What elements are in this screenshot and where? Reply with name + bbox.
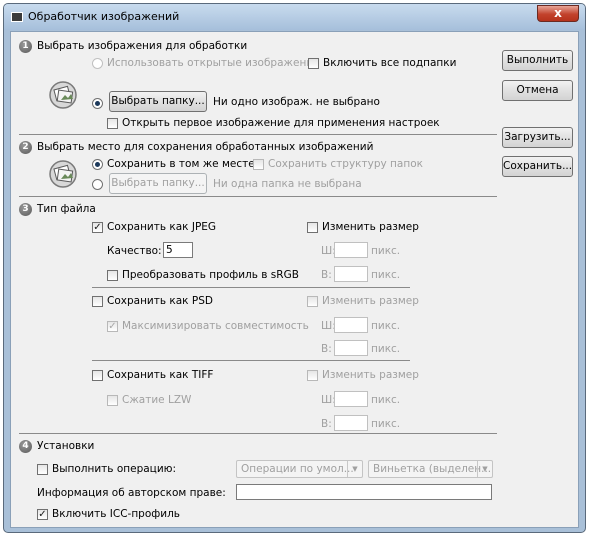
- include-subfolders-label: Включить все подпапки: [323, 57, 457, 69]
- title-bar[interactable]: Обработчик изображений x: [4, 4, 585, 30]
- section-2-title: Выбрать место для сохранения обработанны…: [37, 141, 374, 153]
- save-psd-checkbox[interactable]: [92, 296, 103, 307]
- use-open-images-label: Использовать открытые изображения: [107, 57, 320, 69]
- select-destination-folder-radio[interactable]: [92, 179, 103, 190]
- tiff-resize-label: Изменить размер: [322, 369, 419, 381]
- save-tiff-label: Сохранить как TIFF: [107, 369, 214, 381]
- max-compat-label: Максимизировать совместимость: [122, 320, 309, 332]
- window-title: Обработчик изображений: [28, 10, 180, 23]
- jpeg-width-input[interactable]: [334, 242, 368, 258]
- use-open-images-radio[interactable]: [92, 58, 103, 69]
- divider: [19, 196, 497, 197]
- convert-srgb-checkbox[interactable]: [107, 270, 118, 281]
- keep-folder-structure-checkbox[interactable]: [253, 159, 264, 170]
- include-icc-label: Включить ICC-профиль: [52, 508, 180, 520]
- section-4-number: 4: [19, 440, 32, 453]
- tiff-height-unit: пикс.: [371, 418, 401, 430]
- psd-height-input[interactable]: [334, 340, 368, 356]
- action-set-select[interactable]: Операции по умол... ▼: [236, 460, 363, 478]
- dialog-window: Обработчик изображений x 1 Выбрать изобр…: [3, 3, 586, 533]
- jpeg-quality-label: Качество:: [107, 245, 162, 257]
- psd-width-unit: пикс.: [371, 320, 401, 332]
- tiff-height-label: В:: [321, 418, 332, 430]
- max-compat-checkbox[interactable]: ✓: [107, 321, 118, 332]
- photo-source-icon: [49, 81, 77, 109]
- save-jpeg-label: Сохранить как JPEG: [107, 221, 217, 233]
- open-first-image-checkbox[interactable]: [107, 118, 118, 129]
- section-1-number: 1: [19, 40, 32, 53]
- source-status-text: Ни одно изображ. не выбрано: [213, 96, 380, 108]
- copyright-label: Информация об авторском праве:: [37, 487, 226, 499]
- jpeg-resize-label: Изменить размер: [322, 221, 419, 233]
- close-icon: x: [554, 6, 562, 20]
- save-tiff-checkbox[interactable]: [92, 370, 103, 381]
- divider: [19, 433, 497, 434]
- include-icc-checkbox[interactable]: ✓: [37, 509, 48, 520]
- keep-folder-structure-label: Сохранить структуру папок: [268, 158, 423, 170]
- psd-resize-checkbox[interactable]: [307, 296, 318, 307]
- save-destination-icon: [49, 160, 77, 188]
- section-2-number: 2: [19, 141, 32, 154]
- close-button[interactable]: x: [537, 5, 579, 22]
- load-button[interactable]: Загрузить...: [502, 127, 573, 148]
- action-set-value: Операции по умол...: [241, 463, 354, 475]
- convert-srgb-label: Преобразовать профиль в sRGB: [122, 269, 299, 281]
- tiff-resize-checkbox[interactable]: [307, 370, 318, 381]
- jpeg-height-label: В:: [321, 269, 332, 281]
- section-1-title: Выбрать изображения для обработки: [37, 40, 248, 52]
- psd-height-unit: пикс.: [371, 343, 401, 355]
- action-value: Виньетка (выделен...: [373, 463, 492, 475]
- tiff-width-unit: пикс.: [371, 394, 401, 406]
- include-subfolders-checkbox[interactable]: [308, 58, 319, 69]
- jpeg-resize-checkbox[interactable]: [307, 222, 318, 233]
- jpeg-height-input[interactable]: [334, 266, 368, 282]
- save-same-location-label: Сохранить в том же месте: [107, 158, 255, 170]
- chevron-down-icon: ▼: [347, 461, 362, 477]
- section-4-title: Установки: [37, 440, 95, 452]
- save-psd-label: Сохранить как PSD: [107, 295, 213, 307]
- divider: [92, 360, 410, 361]
- run-action-label: Выполнить операцию:: [52, 463, 177, 475]
- tiff-height-input[interactable]: [334, 415, 368, 431]
- lzw-label: Сжатие LZW: [122, 394, 192, 406]
- tiff-width-input[interactable]: [334, 391, 368, 407]
- select-destination-folder-button[interactable]: Выбрать папку...: [109, 173, 207, 194]
- app-icon: [11, 12, 23, 22]
- save-jpeg-checkbox[interactable]: ✓: [92, 222, 103, 233]
- select-source-folder-button[interactable]: Выбрать папку...: [109, 91, 207, 112]
- jpeg-height-unit: пикс.: [371, 269, 401, 281]
- section-3-title: Тип файла: [37, 203, 96, 215]
- psd-resize-label: Изменить размер: [322, 295, 419, 307]
- action-select[interactable]: Виньетка (выделен... ▼: [368, 460, 493, 478]
- run-button[interactable]: Выполнить: [502, 50, 573, 71]
- save-settings-button[interactable]: Сохранить...: [502, 156, 573, 177]
- divider: [19, 134, 497, 135]
- divider: [92, 287, 410, 288]
- copyright-input[interactable]: [236, 484, 492, 500]
- jpeg-width-unit: пикс.: [371, 245, 401, 257]
- psd-height-label: В:: [321, 343, 332, 355]
- section-3-number: 3: [19, 203, 32, 216]
- select-folder-radio[interactable]: [92, 98, 103, 109]
- save-same-location-radio[interactable]: [92, 159, 103, 170]
- lzw-checkbox[interactable]: [107, 395, 118, 406]
- run-action-checkbox[interactable]: [37, 464, 48, 475]
- jpeg-quality-input[interactable]: 5: [163, 242, 193, 258]
- psd-width-input[interactable]: [334, 317, 368, 333]
- cancel-button[interactable]: Отмена: [502, 80, 573, 101]
- open-first-image-label: Открыть первое изображение для применени…: [122, 117, 440, 129]
- destination-status-text: Ни одна папка не выбрана: [213, 178, 362, 190]
- dialog-client: 1 Выбрать изображения для обработки Испо…: [10, 31, 579, 528]
- chevron-down-icon: ▼: [477, 461, 492, 477]
